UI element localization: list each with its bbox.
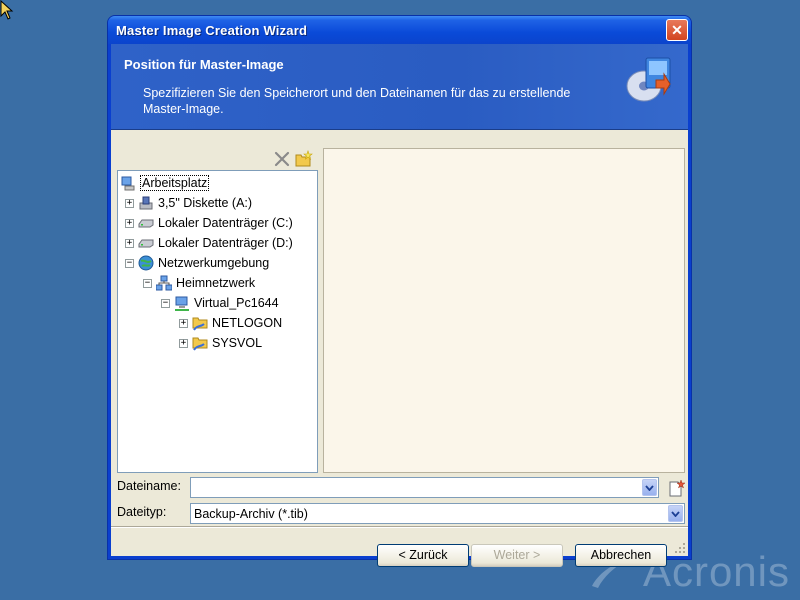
computer-icon [175,296,189,311]
expand-toggle[interactable]: + [125,198,134,208]
filetype-value: Backup-Archiv (*.tib) [194,507,308,521]
filetype-label: Dateityp: [117,505,167,519]
tree-item-label: Netzwerkumgebung [158,256,270,270]
collapse-toggle[interactable]: − [161,298,170,308]
expand-toggle[interactable]: + [179,338,188,348]
dialog-client-area: Position für Master-Image Spezifizieren … [111,44,688,567]
close-icon: ✕ [671,21,683,38]
collapse-toggle[interactable]: − [125,258,134,268]
tree-item-label: Arbeitsplatz [139,175,210,191]
expand-toggle[interactable]: + [179,318,188,328]
delete-icon[interactable] [273,150,291,168]
tree-item-virtual-pc[interactable]: − Virtual_Pc1644 [161,293,279,313]
close-button[interactable]: ✕ [666,19,688,41]
chevron-down-icon [671,510,680,517]
filetype-dropdown-button[interactable] [668,505,683,522]
tree-item-sysvol[interactable]: + SYSVOL [179,333,262,353]
hard-drive-icon [138,239,154,248]
tree-item-label: Virtual_Pc1644 [194,296,279,310]
network-places-icon [138,255,154,271]
tree-item-floppy[interactable]: + 3,5" Diskette (A:) [125,193,252,213]
hard-drive-icon [138,219,154,228]
backup-disc-icon [626,57,671,102]
expand-toggle[interactable]: + [125,238,134,248]
floppy-drive-icon [139,196,153,210]
window-title: Master Image Creation Wizard [116,22,308,38]
filename-label: Dateiname: [117,479,181,493]
folder-tree[interactable]: Arbeitsplatz + 3,5" Diskette (A:) + Loka… [117,170,318,473]
tree-item-label: NETLOGON [212,316,283,330]
tree-item-label: Heimnetzwerk [176,276,256,290]
tree-item-label: Lokaler Datenträger (D:) [158,236,293,250]
next-button[interactable]: Weiter > [471,544,563,567]
resize-grip-icon[interactable] [674,542,686,554]
cancel-button[interactable]: Abbrechen [575,544,667,567]
tree-item-netlogon[interactable]: + NETLOGON [179,313,282,333]
mouse-pointer-icon [0,0,14,20]
new-file-icon[interactable] [667,480,685,498]
filename-input[interactable] [190,477,659,498]
tree-item-heimnetzwerk[interactable]: − Heimnetzwerk [143,273,255,293]
step-title: Position für Master-Image [124,57,284,72]
expand-toggle[interactable]: + [125,218,134,228]
tree-item-arbeitsplatz[interactable]: Arbeitsplatz [121,173,210,193]
shared-folder-icon [192,337,208,351]
tree-item-label: Lokaler Datenträger (C:) [158,216,293,230]
my-computer-icon [121,176,135,191]
separator [111,526,688,528]
tree-item-drive-d[interactable]: + Lokaler Datenträger (D:) [125,233,293,253]
tree-item-label: SYSVOL [212,336,263,350]
step-description: Spezifizieren Sie den Speicherort und de… [143,86,571,116]
new-folder-icon[interactable] [295,150,313,168]
filetype-select[interactable]: Backup-Archiv (*.tib) [190,503,685,524]
wizard-header: Position für Master-Image Spezifizieren … [111,44,688,130]
tree-item-drive-c[interactable]: + Lokaler Datenträger (C:) [125,213,293,233]
back-button[interactable]: < Zurück [377,544,469,567]
file-list-panel[interactable] [323,148,685,473]
wizard-window: Master Image Creation Wizard ✕ Position … [107,15,692,567]
chevron-down-icon [645,484,654,491]
title-bar[interactable]: Master Image Creation Wizard [108,16,691,44]
filename-dropdown-button[interactable] [642,479,657,496]
shared-folder-icon [192,317,208,331]
network-icon [156,275,172,291]
tree-item-label: 3,5" Diskette (A:) [158,196,253,210]
collapse-toggle[interactable]: − [143,278,152,288]
tree-item-netzwerkumgebung[interactable]: − Netzwerkumgebung [125,253,269,273]
